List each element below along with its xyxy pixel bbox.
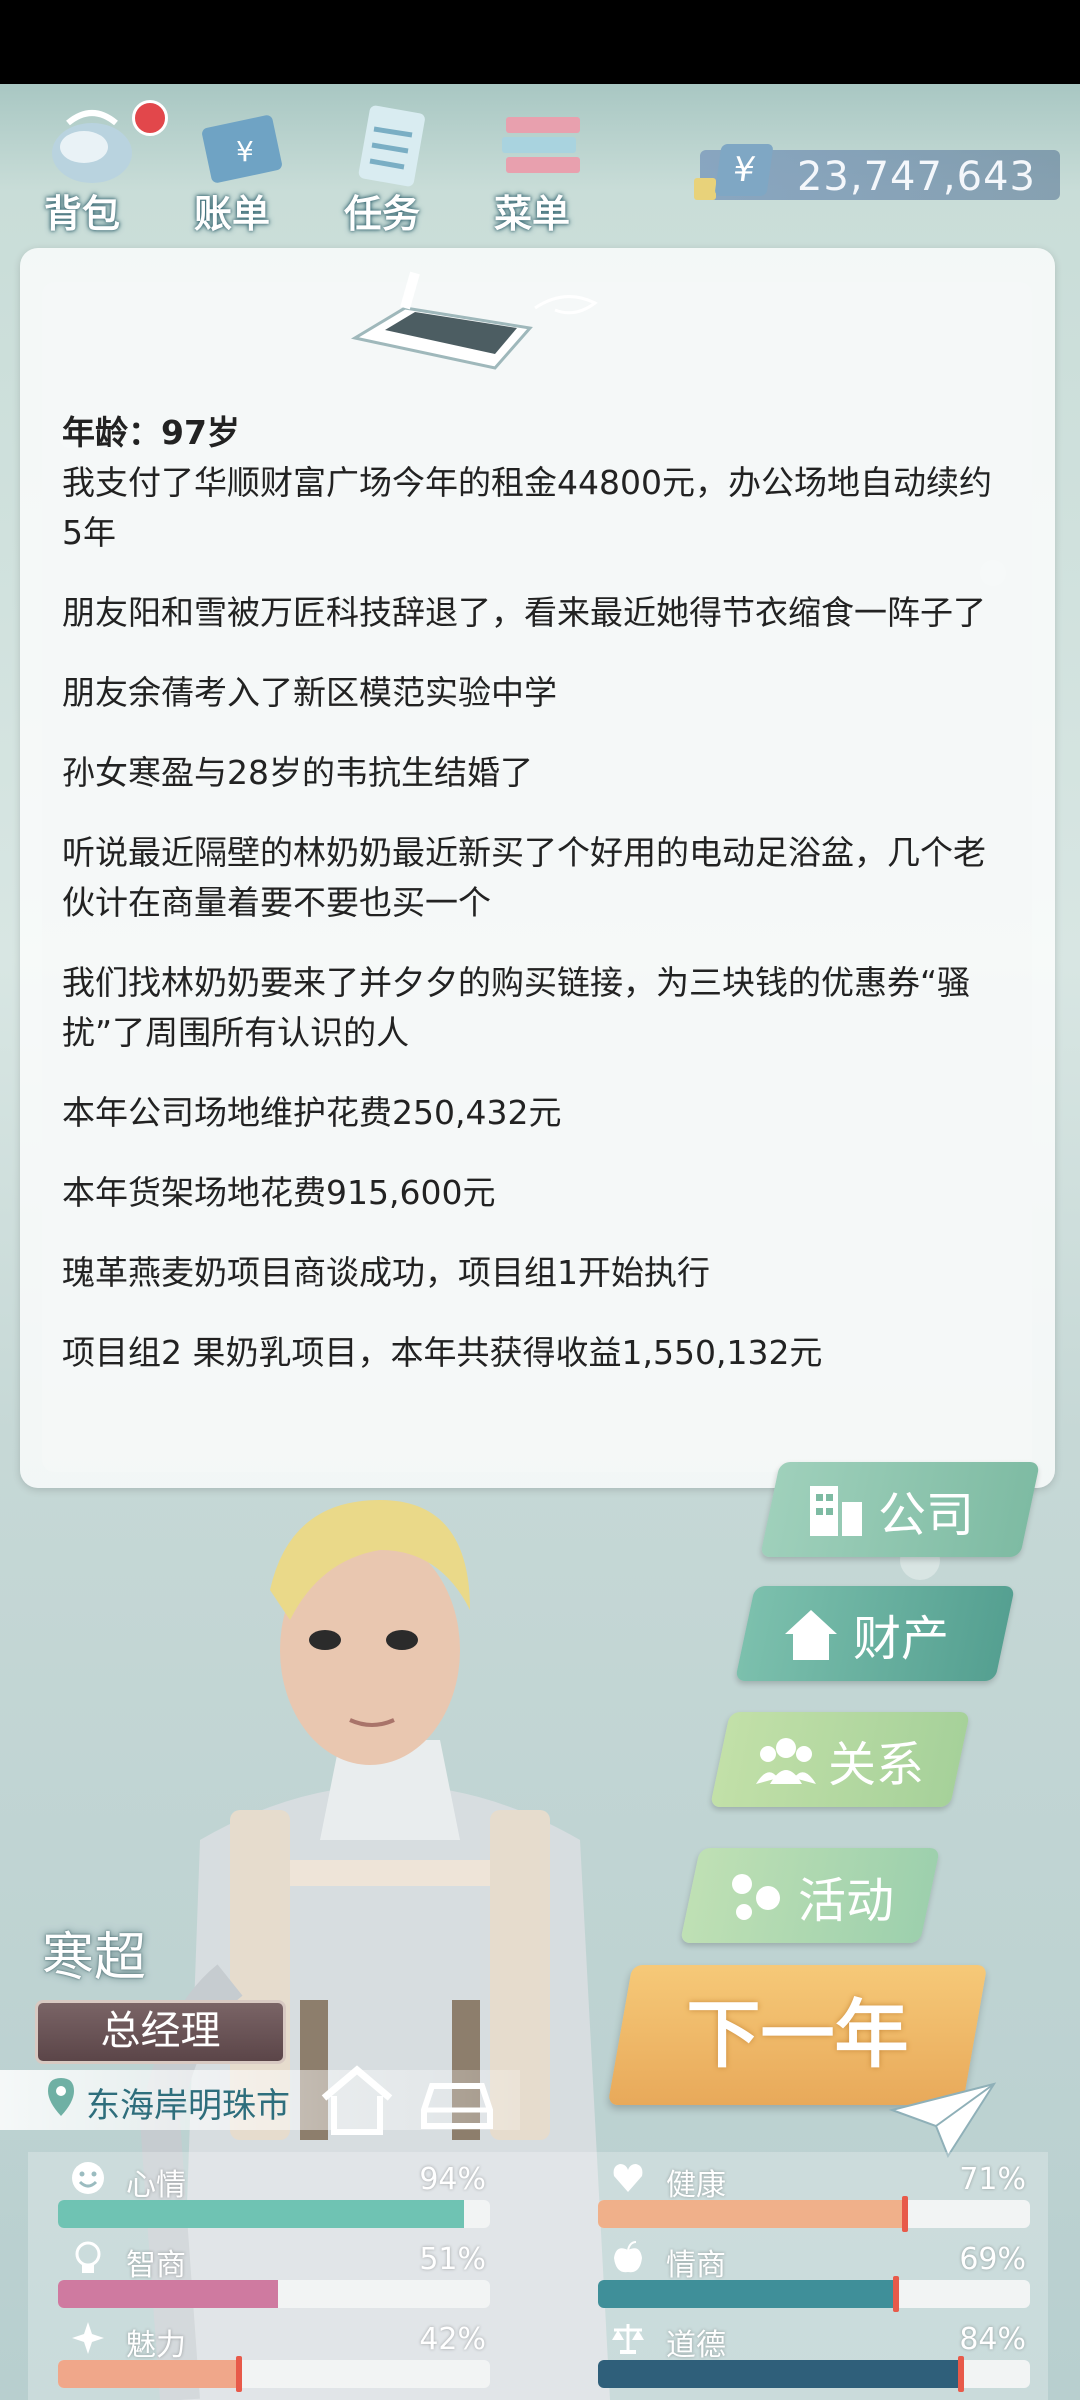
stat-bar-track — [58, 2200, 490, 2228]
activity-label: 活动 — [798, 1872, 895, 1929]
bill-label: 账单 — [193, 192, 270, 236]
stat-bar-marker — [893, 2276, 900, 2312]
stat-iq: 智商 51% — [30, 2236, 490, 2310]
stat-bar-fill — [58, 2360, 240, 2388]
stat-health: 健康 71% — [570, 2156, 1030, 2232]
company-button[interactable]: 公司 — [759, 1462, 1041, 1557]
stat-bar-track — [58, 2280, 490, 2308]
scales-icon — [612, 2324, 644, 2354]
relations-label: 关系 — [828, 1736, 925, 1793]
heart-icon — [613, 2164, 643, 2192]
stat-charm: 魅力 42% — [30, 2316, 490, 2392]
treadmill-icon — [350, 271, 598, 370]
job-title-badge: 总经理 — [35, 2000, 286, 2064]
log-entry: 瑰革燕麦奶项目商谈成功，项目组1开始执行 — [62, 1253, 710, 1292]
stat-bar-track — [598, 2200, 1030, 2228]
character-name: 寒超 — [42, 1928, 147, 1988]
task-button[interactable]: 任务 — [322, 95, 462, 236]
menu-button[interactable]: 菜单 — [472, 95, 612, 236]
stat-label: 心情 — [126, 2168, 186, 2203]
log-entry: 项目组2 果奶乳项目，本年共获得收益1,550,132元 — [62, 1333, 823, 1372]
bill-button[interactable]: ¥ 账单 — [172, 95, 312, 236]
stat-percent: 42% — [419, 2322, 486, 2357]
money-display: ¥ 23,747,643 — [694, 144, 1060, 200]
log-entry: 朋友余蒨考入了新区模范实验中学 — [62, 673, 557, 712]
stat-percent: 84% — [959, 2322, 1026, 2357]
svg-text:¥: ¥ — [236, 135, 254, 168]
stat-bar-track — [58, 2360, 490, 2388]
stat-label: 魅力 — [126, 2328, 186, 2363]
building-icon — [810, 1485, 862, 1536]
stat-bar-fill — [598, 2200, 905, 2228]
notification-badge — [132, 100, 168, 136]
age-text: 年龄：97岁 — [62, 413, 240, 452]
stat-label: 情商 — [666, 2248, 726, 2283]
stat-bar-track — [598, 2280, 1030, 2308]
status-bar — [0, 0, 1080, 84]
stat-bar-fill — [58, 2280, 279, 2308]
smile-icon — [72, 2162, 104, 2194]
task-label: 任务 — [343, 192, 420, 236]
stat-bar-marker — [901, 2196, 908, 2232]
lightbulb-icon — [75, 2241, 101, 2273]
stat-percent: 94% — [419, 2162, 486, 2197]
car-icon[interactable] — [416, 2066, 498, 2136]
coin-icon — [694, 178, 716, 200]
stat-percent: 71% — [959, 2162, 1026, 2197]
log-entry: 本年公司场地维护花费250,432元 — [62, 1093, 562, 1132]
stat-percent: 51% — [419, 2242, 486, 2277]
bag-label: 背包 — [43, 192, 120, 236]
sparkle-icon — [72, 2322, 104, 2354]
stat-label: 道德 — [666, 2328, 726, 2363]
relations-button[interactable]: 关系 — [709, 1712, 971, 1807]
stat-bar-marker — [957, 2356, 964, 2392]
stat-percent: 69% — [959, 2242, 1026, 2277]
assets-label: 财产 — [853, 1610, 950, 1667]
stat-bar-track — [598, 2360, 1030, 2388]
activity-icon — [732, 1873, 780, 1920]
paper-plane-icon — [888, 2082, 997, 2159]
stat-bar-fill — [598, 2280, 897, 2308]
stat-label: 健康 — [666, 2168, 726, 2203]
task-list-icon — [358, 105, 425, 187]
stat-bar-fill — [598, 2360, 961, 2388]
stat-morality: 道德 84% — [570, 2316, 1030, 2392]
home-icon — [785, 1609, 837, 1660]
log-entry: 孙女寒盈与28岁的韦抗生结婚了 — [62, 753, 533, 792]
log-entry: 听说最近隔壁的林奶奶最近新买了个好用的电动足浴盆，几个老伙计在商量着要不要也买一… — [62, 833, 986, 922]
stat-bar-marker — [236, 2356, 243, 2392]
log-entry: 我支付了华顺财富广场今年的租金44800元，办公场地自动续约5年 — [62, 463, 992, 552]
log-entry: 我们找林奶奶要来了并夕夕的购买链接，为三块钱的优惠券“骚扰”了周围所有认识的人 — [62, 963, 971, 1052]
menu-label: 菜单 — [493, 192, 570, 236]
people-icon — [756, 1737, 816, 1784]
location-pin-icon — [48, 2078, 74, 2116]
house-icon[interactable] — [318, 2064, 396, 2136]
log-entry: 朋友阳和雪被万匠科技辞退了，看来最近她得节衣缩食一阵子了 — [62, 593, 986, 632]
company-label: 公司 — [878, 1486, 975, 1543]
apple-icon — [614, 2241, 642, 2273]
bag-icon — [52, 110, 132, 183]
event-log: 年龄：97岁 我支付了华顺财富广场今年的租金44800元，办公场地自动续约5年 … — [62, 408, 992, 1408]
money-value: 23,747,643 — [796, 154, 1036, 200]
bill-icon: ¥ — [202, 115, 282, 183]
activity-button[interactable]: 活动 — [679, 1848, 941, 1943]
stat-eq: 情商 69% — [570, 2236, 1030, 2312]
log-entry: 本年货架场地花费915,600元 — [62, 1173, 496, 1212]
stat-label: 智商 — [126, 2248, 186, 2283]
stat-bar-fill — [58, 2200, 465, 2228]
stat-mood: 心情 94% — [30, 2156, 490, 2230]
currency-icon: ¥ — [714, 144, 774, 196]
menu-book-icon — [502, 117, 580, 173]
location-text: 东海岸明珠市 — [86, 2086, 290, 2126]
assets-button[interactable]: 财产 — [734, 1586, 1016, 1681]
